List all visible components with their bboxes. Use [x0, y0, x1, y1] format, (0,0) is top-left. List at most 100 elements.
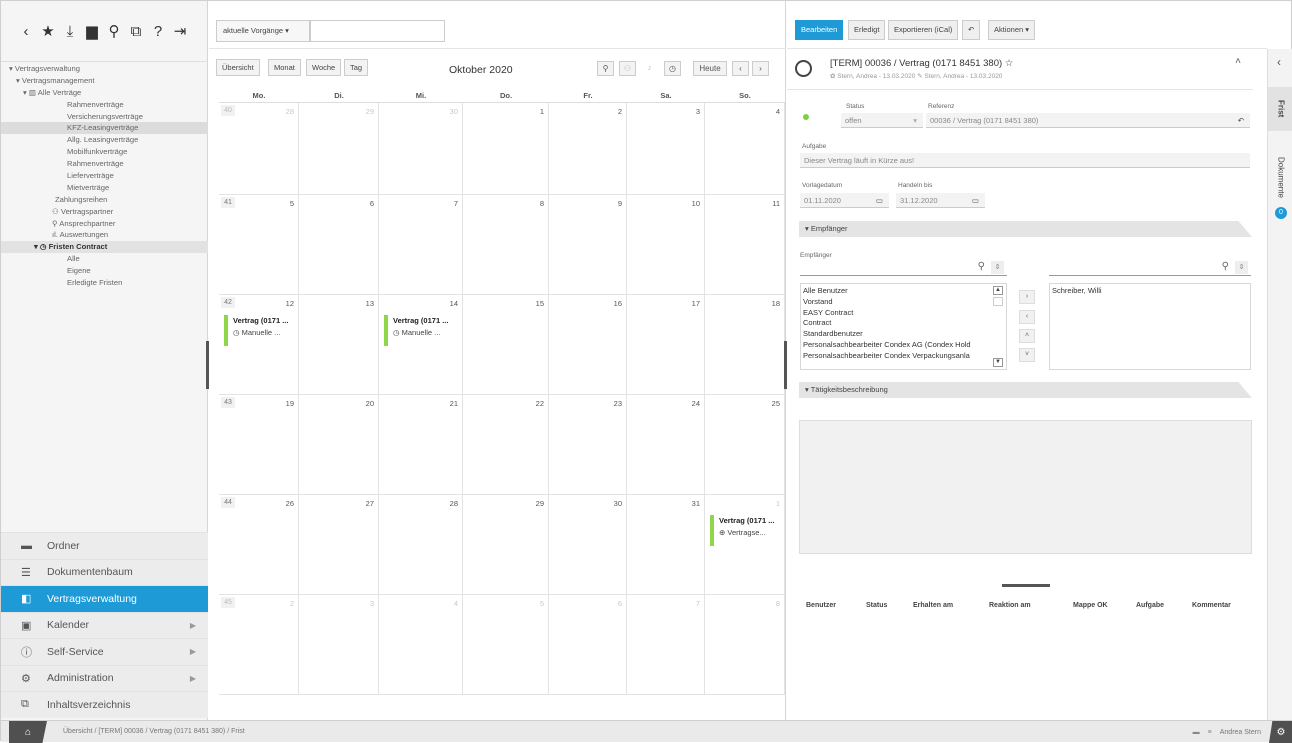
list-item[interactable]: Standardbenutzer: [801, 329, 989, 340]
day-cell[interactable]: 8: [705, 595, 785, 695]
activity-textarea[interactable]: [799, 420, 1252, 554]
day-cell[interactable]: 30: [549, 495, 627, 595]
bell-icon[interactable]: ♪: [641, 61, 658, 76]
column-header[interactable]: Reaktion am: [989, 602, 1031, 609]
filter-dropdown[interactable]: aktuelle Vorgänge ▾: [216, 20, 310, 42]
list-item[interactable]: Personalsachbearbeiter Condex Verpackung…: [801, 351, 989, 362]
day-cell[interactable]: 22: [463, 395, 549, 495]
tree-item[interactable]: Alle: [1, 253, 208, 265]
day-cell[interactable]: 6: [549, 595, 627, 695]
search-icon[interactable]: ⚲: [978, 261, 985, 272]
activity-section[interactable]: ▾ Tätigkeitsbeschreibung: [799, 382, 1252, 398]
today-button[interactable]: Heute: [693, 61, 727, 76]
day-cell[interactable]: 9: [549, 195, 627, 295]
day-cell[interactable]: 27: [299, 495, 379, 595]
folder-icon[interactable]: ▆: [81, 20, 103, 42]
tree-item[interactable]: Zahlungsreihen: [1, 194, 208, 206]
chat-icon[interactable]: ▬: [1193, 729, 1200, 736]
chevron-left-icon[interactable]: ‹: [15, 20, 37, 42]
day-cell[interactable]: 25: [705, 395, 785, 495]
calendar-event[interactable]: Vertrag (0171 ... ⊕ Vertragse...: [710, 515, 780, 546]
search-icon[interactable]: ⚲: [1222, 261, 1229, 272]
reply-icon[interactable]: ↶: [962, 20, 981, 40]
export-ical-button[interactable]: Exportieren (iCal): [888, 20, 959, 40]
collapse-icon[interactable]: ˄: [1235, 56, 1241, 67]
day-cell[interactable]: 1: [463, 103, 549, 195]
tree-item[interactable]: KFZ-Leasingverträge: [1, 122, 208, 135]
expand-arrow-icon[interactable]: ▶: [190, 674, 196, 683]
calendar-event[interactable]: Vertrag (0171 ... ◷ Manuelle ...: [224, 315, 294, 346]
day-cell[interactable]: 45 2: [219, 595, 299, 695]
list-icon[interactable]: ≡: [1208, 729, 1212, 736]
sort-icon[interactable]: ⇕: [1235, 261, 1248, 274]
tree-item[interactable]: Mobilfunkverträge: [1, 146, 208, 158]
nav-item[interactable]: ⚙ Administration ▶: [1, 664, 208, 691]
day-cell[interactable]: 24: [627, 395, 705, 495]
tree-item[interactable]: Mietverträge: [1, 182, 208, 194]
group-icon[interactable]: ⚇: [619, 61, 636, 76]
day-cell[interactable]: 20: [299, 395, 379, 495]
column-header[interactable]: Kommentar: [1192, 602, 1231, 609]
user-icon[interactable]: ⚲: [597, 61, 614, 76]
calendar-icon[interactable]: ▭: [972, 193, 979, 208]
day-cell[interactable]: 10: [627, 195, 705, 295]
next-month-button[interactable]: ›: [752, 61, 769, 76]
tree-item[interactable]: Lieferverträge: [1, 170, 208, 182]
star-icon[interactable]: ★: [37, 20, 59, 42]
status-select[interactable]: offen ▾: [841, 113, 923, 128]
day-cell[interactable]: 11: [705, 195, 785, 295]
column-header[interactable]: Aufgabe: [1136, 602, 1164, 609]
expand-arrow-icon[interactable]: ▶: [190, 647, 196, 656]
column-header[interactable]: Erhalten am: [913, 602, 953, 609]
tree-item[interactable]: Rahmenverträge: [1, 158, 208, 170]
move-right-button[interactable]: ›: [1019, 290, 1035, 304]
selected-recipients-list[interactable]: Schreiber, Willi: [1049, 283, 1251, 370]
view-overview-button[interactable]: Übersicht: [216, 59, 260, 76]
day-cell[interactable]: 43 19: [219, 395, 299, 495]
day-cell[interactable]: 29: [463, 495, 549, 595]
move-up-button[interactable]: ˄: [1019, 329, 1035, 343]
day-cell[interactable]: 21: [379, 395, 463, 495]
tree-item[interactable]: ▾ ◷ Fristen Contract: [1, 241, 208, 254]
tree-item[interactable]: Erledigte Fristen: [1, 277, 208, 289]
nav-item[interactable]: ⧉ Inhaltsverzeichnis: [1, 691, 208, 718]
tree-item[interactable]: ▾ ▥ Alle Verträge: [1, 87, 208, 99]
gear-icon[interactable]: ⚙: [1269, 721, 1292, 743]
tree-item[interactable]: ⚲ Ansprechpartner: [1, 218, 208, 230]
column-header[interactable]: Benutzer: [806, 602, 836, 609]
date2-field[interactable]: 31.12.2020 ▭: [896, 193, 985, 208]
tree-item[interactable]: Rahmenverträge: [1, 99, 208, 111]
date1-field[interactable]: 01.11.2020 ▭: [800, 193, 889, 208]
view-month-button[interactable]: Monat: [268, 59, 301, 76]
tree-item[interactable]: ıl. Auswertungen: [1, 229, 208, 241]
day-cell[interactable]: 2: [549, 103, 627, 195]
day-cell[interactable]: 7: [627, 595, 705, 695]
view-week-button[interactable]: Woche: [306, 59, 342, 76]
reply-icon[interactable]: ↶: [1238, 113, 1244, 128]
tab-frist[interactable]: Frist: [1268, 87, 1292, 131]
day-cell[interactable]: 13: [299, 295, 379, 395]
collapse-sidebar-icon[interactable]: ‹: [1277, 55, 1281, 69]
day-cell[interactable]: 31: [627, 495, 705, 595]
list-item[interactable]: Schreiber, Willi: [1050, 286, 1250, 297]
nav-item[interactable]: ☰ Dokumentenbaum: [1, 558, 208, 585]
alarm-icon[interactable]: ◷: [664, 61, 681, 76]
recipients-section[interactable]: ▾ Empfänger: [799, 221, 1252, 237]
task-field[interactable]: Dieser Vertrag läuft in Kürze aus!: [800, 153, 1250, 168]
calendar-event[interactable]: Vertrag (0171 ... ◷ Manuelle ...: [384, 315, 454, 346]
selected-search-input[interactable]: ⚲ ⇕: [1049, 259, 1251, 276]
move-left-button[interactable]: ‹: [1019, 310, 1035, 324]
search-icon[interactable]: ⚲: [103, 20, 125, 42]
day-cell[interactable]: 3: [299, 595, 379, 695]
day-cell[interactable]: 4: [705, 103, 785, 195]
day-cell[interactable]: 44 26: [219, 495, 299, 595]
home-icon[interactable]: ⌂: [9, 721, 47, 743]
day-cell[interactable]: 3: [627, 103, 705, 195]
day-cell[interactable]: 28: [379, 495, 463, 595]
list-item[interactable]: Personalsachbearbeiter Condex AG (Condex…: [801, 340, 989, 351]
day-cell[interactable]: 15: [463, 295, 549, 395]
sort-icon[interactable]: ⇕: [991, 261, 1004, 274]
tree-item[interactable]: Versicherungsverträge: [1, 111, 208, 123]
day-cell[interactable]: 8: [463, 195, 549, 295]
logout-icon[interactable]: ⇥: [169, 20, 191, 42]
